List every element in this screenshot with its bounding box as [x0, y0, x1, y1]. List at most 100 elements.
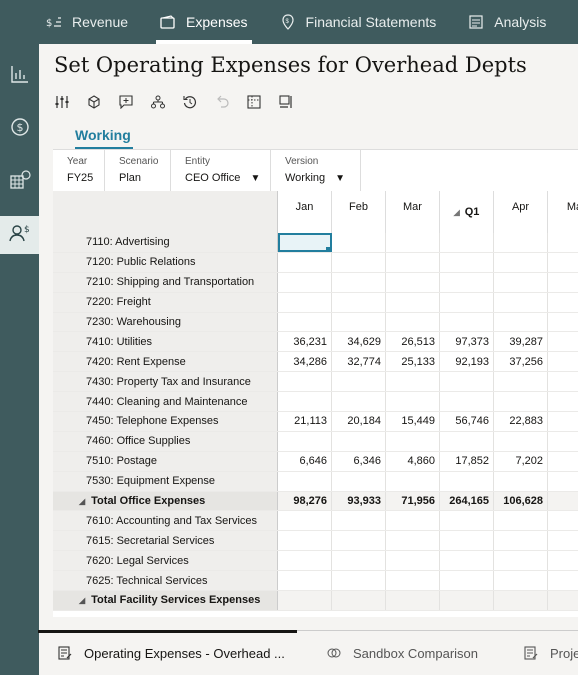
collapse-triangle-icon[interactable]: ◢ [454, 208, 460, 217]
grid-cell[interactable]: 56,746 [440, 412, 494, 431]
sidebar-item-user-money[interactable]: $ [0, 216, 39, 254]
grid-cell[interactable]: 22,883 [494, 412, 548, 431]
nav-revenue[interactable]: $ Revenue [46, 0, 128, 44]
column-header-feb[interactable]: Feb [332, 191, 386, 233]
grid-cell[interactable]: 7,202 [494, 451, 548, 471]
grid-cell[interactable] [440, 252, 494, 272]
row-header[interactable]: 7440: Cleaning and Maintenance [53, 392, 278, 412]
row-header[interactable]: 7110: Advertising [53, 233, 278, 252]
cube-icon[interactable] [86, 94, 102, 110]
grid-cell[interactable] [494, 591, 548, 610]
grid-cell[interactable] [494, 312, 548, 332]
grid-cell[interactable]: 20 [548, 412, 578, 431]
grid-cell[interactable] [548, 372, 578, 391]
row-header[interactable]: 7230: Warehousing [53, 312, 278, 332]
grid-cell[interactable] [548, 293, 578, 312]
undo-icon[interactable] [214, 94, 230, 110]
row-header[interactable]: 7210: Shipping and Transportation [53, 272, 278, 292]
grid-cell[interactable] [548, 551, 578, 570]
bottom-tab-sandbox-comparison[interactable]: Sandbox Comparison [327, 631, 478, 675]
grid-cell[interactable] [332, 312, 386, 332]
history-icon[interactable] [182, 94, 198, 110]
grid-cell[interactable] [386, 511, 440, 531]
grid-cell[interactable] [278, 252, 332, 272]
chevron-down-icon[interactable]: ▼ [335, 173, 345, 184]
grid-cell[interactable] [332, 233, 386, 252]
grid-cell[interactable] [386, 252, 440, 272]
grid-cell[interactable] [494, 471, 548, 491]
grid-cell[interactable]: 36,231 [278, 332, 332, 352]
row-header[interactable]: 7610: Accounting and Tax Services [53, 511, 278, 531]
grid-cell[interactable] [440, 591, 494, 610]
grid-cell[interactable] [494, 431, 548, 451]
grid-cell[interactable]: 26,513 [386, 332, 440, 352]
grid-cell[interactable] [386, 292, 440, 312]
grid-cell[interactable] [548, 472, 578, 491]
row-header[interactable]: 7615: Secretarial Services [53, 531, 278, 551]
row-header[interactable]: 7420: Rent Expense [53, 352, 278, 372]
column-header-q1[interactable]: ◢ Q1 [440, 191, 494, 233]
grid-cell[interactable] [332, 392, 386, 412]
grid-cell[interactable] [332, 551, 386, 571]
grid-cell[interactable] [332, 591, 386, 610]
pov-year[interactable]: Year FY25 [53, 150, 105, 192]
comment-icon[interactable] [118, 94, 134, 110]
grid-cell[interactable]: 4,860 [386, 451, 440, 471]
row-header[interactable]: ◢ Total Facility Services Expenses [53, 591, 278, 610]
grid-cell[interactable]: 35 [548, 332, 578, 351]
grid-cell[interactable]: 6,646 [278, 451, 332, 471]
chevron-down-icon[interactable]: ▼ [250, 173, 260, 184]
grid-cell[interactable] [440, 372, 494, 392]
grid-cell[interactable] [278, 431, 332, 451]
grid-cell[interactable] [494, 372, 548, 392]
grid-cell[interactable] [440, 431, 494, 451]
row-header[interactable]: 7220: Freight [53, 292, 278, 312]
column-header-apr[interactable]: Apr [494, 191, 548, 233]
nav-expenses[interactable]: Expenses [156, 0, 253, 44]
grid-cell[interactable]: 34,629 [332, 332, 386, 352]
row-header[interactable]: 7510: Postage [53, 451, 278, 471]
bottom-tab-projects[interactable]: Proje [524, 631, 578, 675]
grid-cell[interactable] [440, 272, 494, 292]
grid-cell[interactable] [278, 531, 332, 551]
grid-cell[interactable] [278, 272, 332, 292]
grid-cell[interactable]: 34 [548, 352, 578, 371]
grid-cell[interactable] [386, 571, 440, 591]
row-header[interactable]: ◢ Total Office Expenses [53, 491, 278, 511]
grid-cell[interactable] [440, 392, 494, 412]
grid-cell[interactable] [494, 531, 548, 551]
bottom-tab-operating-expenses[interactable]: Operating Expenses - Overhead ... [38, 630, 297, 675]
grid-cell[interactable]: 17,852 [440, 451, 494, 471]
grid-cell[interactable]: 6,346 [332, 451, 386, 471]
column-header-jan[interactable]: Jan [278, 191, 332, 233]
grid-cell[interactable] [494, 292, 548, 312]
grid-cell[interactable] [278, 571, 332, 591]
grid-cell[interactable] [278, 471, 332, 491]
sidebar-item-chart[interactable] [0, 57, 39, 95]
grid-cell[interactable] [278, 312, 332, 332]
row-header[interactable]: 7120: Public Relations [53, 252, 278, 272]
grid-cell[interactable] [386, 431, 440, 451]
grid-cell[interactable]: 20,184 [332, 412, 386, 431]
grid-cell[interactable] [332, 272, 386, 292]
tab-working[interactable]: Working [75, 127, 133, 150]
grid-cell[interactable] [440, 312, 494, 332]
grid-cell[interactable] [278, 551, 332, 571]
grid-cell[interactable] [332, 292, 386, 312]
grid-cell[interactable] [332, 471, 386, 491]
grid-cell[interactable] [440, 571, 494, 591]
grid-cell[interactable] [332, 431, 386, 451]
grid-cell[interactable]: 264,165 [440, 491, 494, 511]
grid-cell[interactable]: 37,256 [494, 352, 548, 372]
sidebar-item-building[interactable] [0, 163, 39, 201]
row-header[interactable]: 7410: Utilities [53, 332, 278, 352]
grid-cell[interactable] [494, 233, 548, 252]
grid-cell[interactable]: 97, [548, 492, 578, 511]
column-header-mar[interactable]: Mar [386, 191, 440, 233]
hierarchy-icon[interactable] [150, 94, 166, 110]
grid-cell[interactable] [494, 551, 548, 571]
grid-cell[interactable] [494, 571, 548, 591]
grid-cell[interactable] [278, 392, 332, 412]
grid-cell[interactable] [278, 292, 332, 312]
grid-cell[interactable] [548, 432, 578, 451]
